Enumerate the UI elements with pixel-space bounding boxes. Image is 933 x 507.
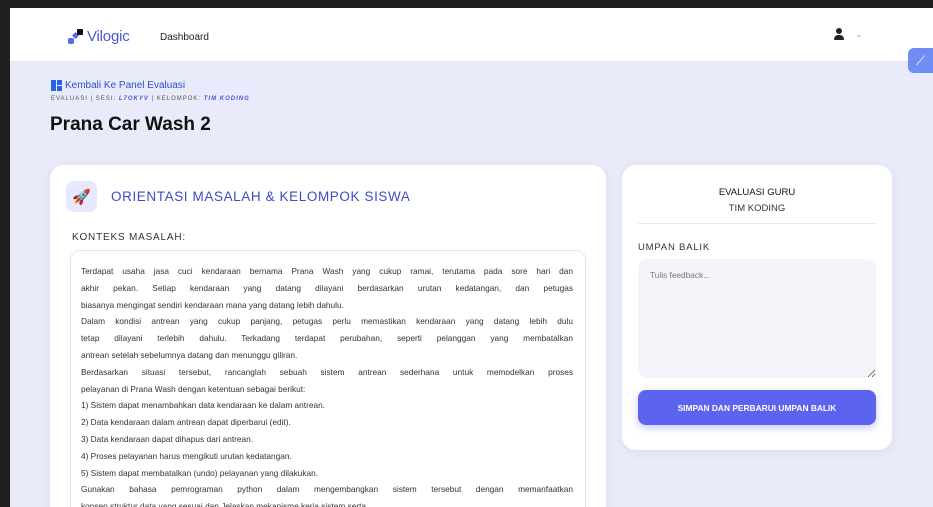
wand-icon[interactable]: ⟋ <box>908 48 933 73</box>
feedback-label: UMPAN BALIK <box>638 242 710 253</box>
context-line: akhir pekan. Setiap kendaraan yang datan… <box>81 282 573 293</box>
problem-orientation-card: 🚀 ORIENTASI MASALAH & KELOMPOK SISWA KON… <box>50 165 606 507</box>
page-title: Prana Car Wash 2 <box>50 114 211 135</box>
section-header: 🚀 ORIENTASI MASALAH & KELOMPOK SISWA <box>66 181 410 212</box>
brand-name: Vilogic <box>87 28 130 45</box>
rocket-icon: 🚀 <box>66 181 97 212</box>
context-line: 4) Proses pelayanan harus mengikuti urut… <box>81 450 292 461</box>
session-code: L7OKYV <box>118 96 149 102</box>
back-to-panel-link[interactable]: Kembali Ke Panel Evaluasi <box>51 80 185 91</box>
user-menu[interactable]: ⌄ <box>833 28 863 40</box>
nav-dashboard-link[interactable]: Dashboard <box>160 32 209 43</box>
save-feedback-button[interactable]: SIMPAN DAN PERBARUI UMPAN BALIK <box>638 390 876 425</box>
chevron-down-icon: ⌄ <box>855 28 863 39</box>
context-line: 3) Data kendaraan dapat dihapus dari ant… <box>81 433 254 444</box>
context-line: Dalam kondisi antrean yang cukup panjang… <box>81 316 573 327</box>
context-line: biasanya mengingat sendiri kendaraan man… <box>81 299 344 310</box>
context-line: pelayanan di Prana Wash dengan ketentuan… <box>81 383 306 394</box>
breadcrumb: EVALUASI | SESI: L7OKYV | KELOMPOK: TIM … <box>51 96 250 102</box>
context-line: Berdasarkan situasi tersebut, rancanglah… <box>81 366 573 377</box>
feedback-textarea[interactable] <box>638 259 876 378</box>
group-name: TIM KODING <box>203 96 250 102</box>
context-line: Gunakan bahasa pemrograman python dalam … <box>81 484 573 495</box>
dashboard-icon <box>51 80 62 91</box>
section-title: ORIENTASI MASALAH & KELOMPOK SISWA <box>111 189 411 204</box>
context-line: 2) Data kendaraan dalam antrean dapat di… <box>81 417 291 428</box>
context-line: tetap dilayani terlebih dahulu. Terkadan… <box>81 333 573 344</box>
teacher-evaluation-card: EVALUASI GURU TIM KODING UMPAN BALIK SIM… <box>622 165 892 450</box>
logo-mark-icon <box>68 28 84 45</box>
app-window: Vilogic Dashboard ⌄ ⟋ Kembali Ke Panel E… <box>10 8 933 507</box>
context-line: 1) Sistem dapat menambahkan data kendara… <box>81 400 325 411</box>
context-line: Terdapat usaha jasa cuci kendaraan berna… <box>81 266 573 276</box>
back-link-label: Kembali Ke Panel Evaluasi <box>65 80 186 91</box>
evaluation-title: EVALUASI GURU <box>718 187 796 198</box>
context-text-box[interactable]: Terdapat usaha jasa cuci kendaraan berna… <box>70 250 586 507</box>
divider <box>638 223 876 224</box>
context-label: KONTEKS MASALAH: <box>72 232 186 243</box>
context-line: antrean setelah sebelumnya datang dan me… <box>81 349 298 360</box>
context-line: konsep struktur data yang sesuai dan Jel… <box>81 501 366 507</box>
top-navbar: Vilogic Dashboard ⌄ <box>10 8 933 62</box>
context-line: 5) Sistem dapat membatalkan (undo) pelay… <box>81 467 319 478</box>
evaluation-group: TIM KODING <box>728 203 786 214</box>
brand-logo[interactable]: Vilogic <box>68 28 130 45</box>
user-icon <box>833 28 845 40</box>
